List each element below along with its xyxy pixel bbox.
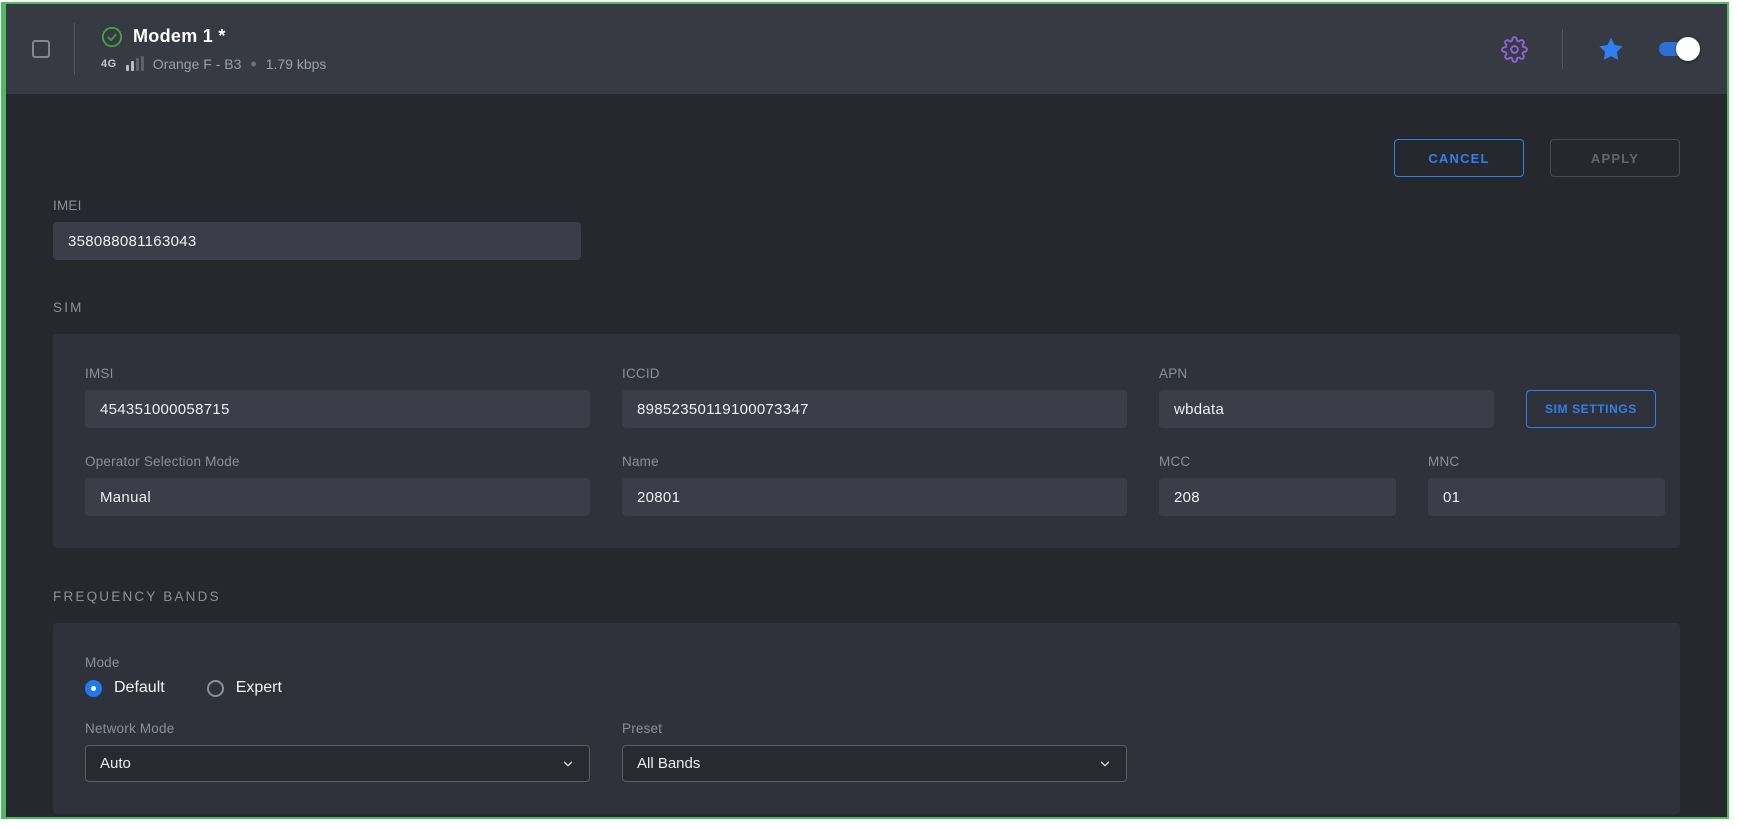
name-field: Name: [622, 454, 1127, 516]
mnc-input[interactable]: [1428, 478, 1665, 516]
modem-settings-gear-icon[interactable]: [1501, 36, 1528, 63]
mnc-field: MNC: [1428, 454, 1665, 516]
radio-selected-icon: [85, 680, 102, 697]
operator-selection-mode-field: Operator Selection Mode: [85, 454, 590, 516]
modem-enabled-toggle[interactable]: [1659, 42, 1697, 56]
network-type-label: 4G: [101, 58, 117, 70]
status-check-circle-icon: [101, 26, 123, 48]
frequency-bands-section-label: FREQUENCY BANDS: [53, 589, 1680, 604]
apply-button[interactable]: APPLY: [1550, 139, 1680, 177]
cancel-button[interactable]: CANCEL: [1394, 139, 1524, 177]
separator-dot: •: [250, 55, 256, 73]
iccid-input[interactable]: [622, 390, 1127, 428]
mcc-label: MCC: [1159, 454, 1396, 469]
mcc-field: MCC: [1159, 454, 1396, 516]
network-mode-field: Network Mode Auto: [85, 721, 590, 782]
select-modem-checkbox[interactable]: [32, 40, 50, 58]
name-label: Name: [622, 454, 1127, 469]
modem-header: Modem 1 * 4G Orange F - B3 • 1.79 kbps: [6, 4, 1727, 94]
modem-title-block: Modem 1 * 4G Orange F - B3 • 1.79 kbps: [101, 26, 326, 73]
apn-label: APN: [1159, 366, 1494, 381]
radio-unselected-icon: [207, 680, 224, 697]
imei-label: IMEI: [53, 198, 581, 213]
imei-input[interactable]: [53, 222, 581, 260]
imsi-input[interactable]: [85, 390, 590, 428]
preset-field: Preset All Bands: [622, 721, 1127, 782]
preset-select[interactable]: All Bands: [622, 745, 1127, 782]
mnc-label: MNC: [1428, 454, 1665, 469]
iccid-field: ICCID: [622, 366, 1127, 428]
preset-label: Preset: [622, 721, 1127, 736]
throughput-value: 1.79 kbps: [266, 56, 327, 72]
operator-name: Orange F - B3: [153, 56, 242, 72]
frequency-bands-panel: Mode Default Expert Network Mode Auto: [53, 623, 1680, 814]
operator-selection-mode-input[interactable]: [85, 478, 590, 516]
chevron-down-icon: [1098, 757, 1112, 771]
name-input[interactable]: [622, 478, 1127, 516]
mcc-input[interactable]: [1159, 478, 1396, 516]
network-mode-select[interactable]: Auto: [85, 745, 590, 782]
sim-panel: IMSI ICCID APN SIM SETTINGS Operator Sel: [53, 334, 1680, 548]
sim-section-label: SIM: [53, 300, 1680, 315]
apn-input[interactable]: [1159, 390, 1494, 428]
modem-card: Modem 1 * 4G Orange F - B3 • 1.79 kbps: [1, 2, 1729, 819]
signal-strength-icon: [126, 56, 144, 71]
mode-label: Mode: [85, 655, 1648, 670]
iccid-label: ICCID: [622, 366, 1127, 381]
apn-field: APN: [1159, 366, 1494, 428]
header-divider: [1562, 29, 1563, 69]
sim-settings-button[interactable]: SIM SETTINGS: [1526, 390, 1656, 428]
network-mode-label: Network Mode: [85, 721, 590, 736]
favorite-star-icon[interactable]: [1597, 35, 1625, 63]
header-divider: [74, 23, 75, 75]
imsi-field: IMSI: [85, 366, 590, 428]
mode-radio-default[interactable]: Default: [85, 679, 165, 697]
mode-radio-expert[interactable]: Expert: [207, 679, 282, 697]
imsi-label: IMSI: [85, 366, 590, 381]
modem-title: Modem 1 *: [133, 26, 226, 47]
operator-selection-mode-label: Operator Selection Mode: [85, 454, 590, 469]
chevron-down-icon: [561, 757, 575, 771]
